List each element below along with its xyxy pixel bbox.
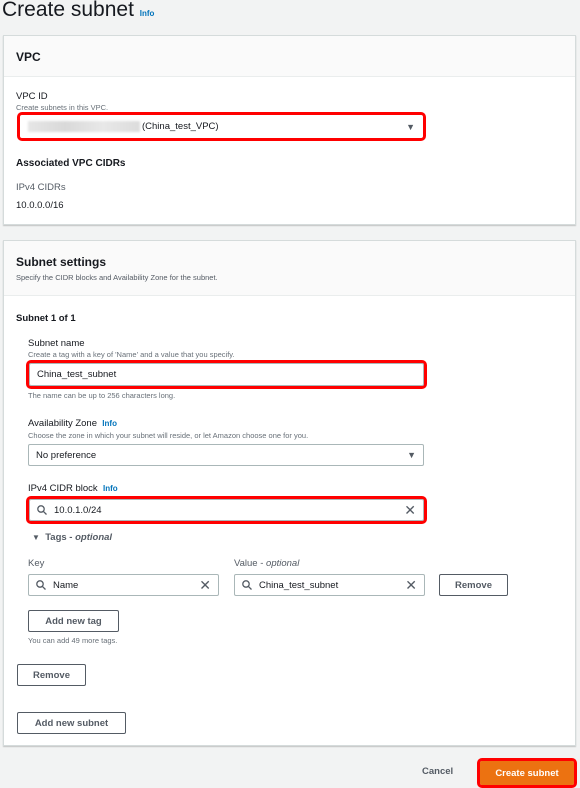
clear-icon[interactable]: ✕ [404,502,416,519]
caret-down-icon: ▼ [32,533,40,542]
vpc-id-desc: Create subnets in this VPC. [16,103,109,112]
az-desc: Choose the zone in which your subnet wil… [28,431,309,440]
search-icon [242,580,252,590]
subnet-settings-header: Subnet settings Specify the CIDR blocks … [4,241,575,296]
cidr-value: 10.0.1.0/24 [54,504,102,516]
subnet-settings-panel: Subnet settings Specify the CIDR blocks … [3,240,576,746]
ipv4-cidrs-label: IPv4 CIDRs [16,182,66,193]
vpc-heading: VPC [16,50,41,64]
az-value: No preference [36,449,97,461]
vpc-id-value: (China_test_VPC) [142,121,219,132]
az-select[interactable]: No preference ▼ [28,444,424,466]
page-title-text: Create subnet [2,0,134,21]
remove-tag-button[interactable]: Remove [439,574,508,596]
tags-hint: You can add 49 more tags. [28,636,118,645]
vpc-panel-header: VPC [4,36,575,77]
tag-value-label: Value - optional [234,558,300,569]
caret-down-icon: ▼ [406,121,415,132]
ipv4-cidrs-value: 10.0.0.0/16 [16,200,64,211]
create-subnet-button[interactable]: Create subnet [477,758,577,788]
az-info-link[interactable]: Info [102,419,117,428]
subnet-name-value: China_test_subnet [37,369,117,380]
cancel-button[interactable]: Cancel [422,766,453,777]
cidr-info-link[interactable]: Info [103,484,118,493]
caret-down-icon: ▼ [407,450,416,460]
redacted-vpc-id [28,121,140,132]
add-new-subnet-button[interactable]: Add new subnet [17,712,126,734]
add-new-tag-button[interactable]: Add new tag [28,610,119,632]
tag-key-label: Key [28,558,45,569]
info-link[interactable]: Info [140,9,155,18]
vpc-id-select[interactable]: (China_test_VPC) ▼ [17,112,426,141]
clear-icon[interactable]: ✕ [405,577,417,594]
subnet-settings-desc: Specify the CIDR blocks and Availability… [16,273,218,282]
cidr-label: IPv4 CIDR block Info [28,483,118,494]
tag-value-input[interactable]: China_test_subnet ✕ [234,574,425,596]
subnet-name-desc: Create a tag with a key of 'Name' and a … [28,350,235,359]
subnet-settings-heading: Subnet settings [16,255,107,269]
tag-value-value: China_test_subnet [259,579,339,591]
associated-cidrs-heading: Associated VPC CIDRs [16,158,126,169]
page-title: Create subnet Info [2,0,154,22]
cidr-input[interactable]: 10.0.1.0/24 ✕ [26,496,427,524]
vpc-panel: VPC VPC ID Create subnets in this VPC. (… [3,35,576,225]
search-icon [37,505,47,515]
tags-toggle[interactable]: ▼ Tags - optional [32,532,112,543]
clear-icon[interactable]: ✕ [199,577,211,594]
subnet-name-label: Subnet name [28,338,85,349]
search-icon [36,580,46,590]
az-label: Availability Zone Info [28,418,117,429]
subnet-count: Subnet 1 of 1 [16,313,76,324]
tag-key-value: Name [53,579,79,591]
vpc-id-label: VPC ID [16,91,48,102]
remove-subnet-button[interactable]: Remove [17,664,86,686]
tag-key-input[interactable]: Name ✕ [28,574,219,596]
subnet-name-hint: The name can be up to 256 characters lon… [28,391,176,400]
subnet-name-input[interactable]: China_test_subnet [26,360,427,389]
